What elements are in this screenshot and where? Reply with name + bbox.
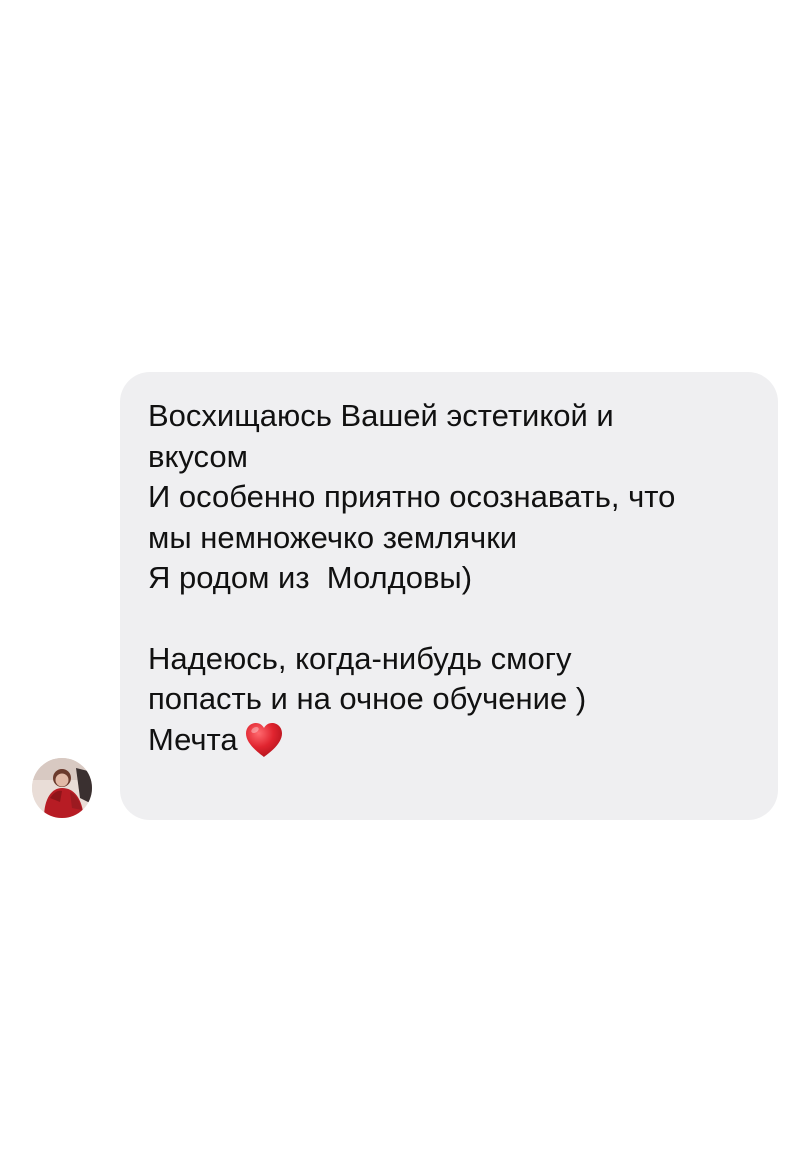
message-line: попасть и на очное обучение ) bbox=[148, 681, 587, 716]
message-thread: Восхищаюсь Вашей эстетикой и вкусом И ос… bbox=[0, 0, 810, 1170]
avatar-photo-icon bbox=[32, 758, 92, 818]
sender-avatar[interactable] bbox=[32, 758, 92, 818]
message-line: вкусом bbox=[148, 438, 248, 474]
message-bubble[interactable]: Восхищаюсь Вашей эстетикой и вкусом И ос… bbox=[120, 372, 778, 820]
message-line: Надеюсь, когда-нибудь смогу bbox=[148, 640, 572, 676]
message-last-line: Мечта bbox=[148, 720, 752, 761]
message-line: Восхищаюсь Вашей эстетикой и bbox=[148, 398, 614, 433]
message-line: мы немножечко землячки bbox=[148, 519, 518, 555]
heart-icon bbox=[244, 721, 284, 759]
message-line-text: Мечта bbox=[148, 721, 238, 757]
message-line: Я родом из Молдовы) bbox=[148, 560, 473, 595]
incoming-message-row: Восхищаюсь Вашей эстетикой и вкусом И ос… bbox=[32, 372, 778, 820]
message-line: И особенно приятно осознавать, что bbox=[148, 479, 676, 514]
